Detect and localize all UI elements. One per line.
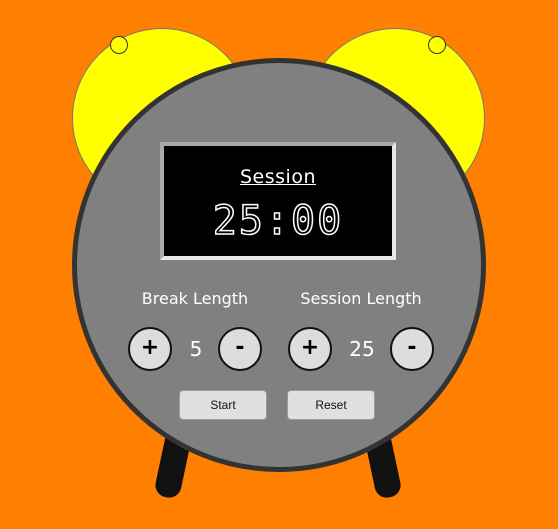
session-length-label: Session Length bbox=[300, 289, 422, 308]
break-length-label: Break Length bbox=[141, 289, 249, 308]
reset-button[interactable]: Reset bbox=[287, 390, 375, 420]
session-increment-button[interactable]: + bbox=[288, 327, 332, 371]
break-length-value: 5 bbox=[189, 337, 203, 361]
app-stage: Session 25:00 Break Length Session Lengt… bbox=[0, 0, 558, 529]
clock-body bbox=[72, 58, 486, 472]
timer-screen: Session 25:00 bbox=[160, 142, 396, 260]
right-bell-knob-icon bbox=[428, 36, 446, 54]
start-button[interactable]: Start bbox=[179, 390, 267, 420]
timer-label: Session bbox=[240, 166, 316, 188]
break-increment-button[interactable]: + bbox=[128, 327, 172, 371]
session-decrement-button[interactable]: - bbox=[390, 327, 434, 371]
timer-display: 25:00 bbox=[212, 197, 344, 245]
left-bell-knob-icon bbox=[110, 36, 128, 54]
session-length-value: 25 bbox=[349, 337, 375, 361]
break-decrement-button[interactable]: - bbox=[218, 327, 262, 371]
